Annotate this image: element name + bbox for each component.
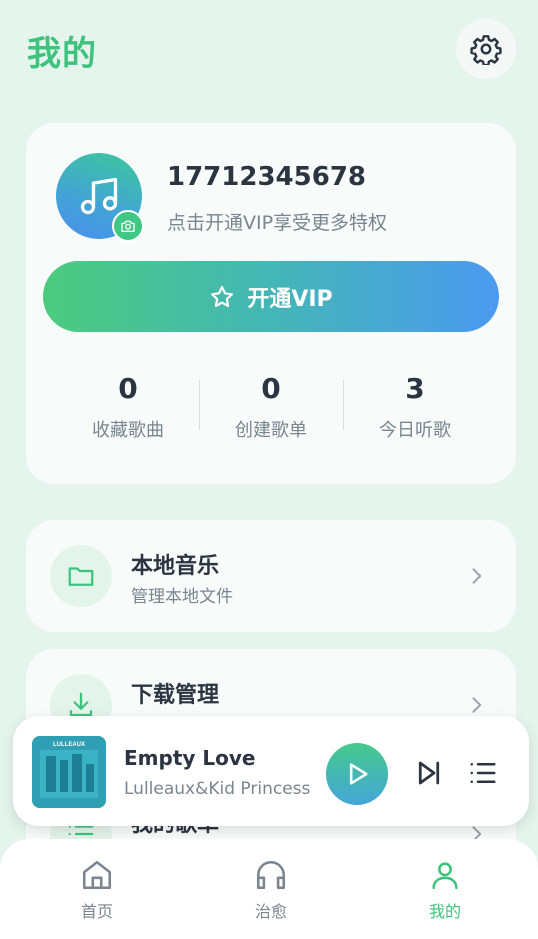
stat-value: 0 <box>118 372 138 405</box>
vip-hint[interactable]: 点击开通VIP享受更多特权 <box>167 208 387 235</box>
headphones-icon <box>256 860 286 890</box>
stat-label: 今日听歌 <box>379 420 451 441</box>
chevron-right-icon <box>472 568 482 584</box>
home-icon <box>82 860 112 890</box>
music-note-icon <box>80 177 118 215</box>
gear-icon <box>470 35 502 65</box>
menu-item-title: 本地音乐 <box>131 554 220 579</box>
stat-label: 收藏歌曲 <box>92 420 164 441</box>
album-art-graphic: LULLEAUX <box>32 736 106 808</box>
album-art[interactable]: LULLEAUX <box>32 736 106 808</box>
page-title: 我的 <box>27 34 97 74</box>
user-phone: 17712345678 <box>167 162 366 192</box>
stat-favorite-songs[interactable]: 0 收藏歌曲 <box>53 372 203 442</box>
tab-home[interactable]: 首页 <box>52 858 142 922</box>
camera-icon <box>121 220 135 232</box>
chevron-right-icon <box>472 697 482 713</box>
menu-item-title: 下载管理 <box>131 683 220 708</box>
menu-item-subtitle: 管理本地文件 <box>131 587 233 607</box>
play-icon <box>349 763 368 785</box>
vip-button-label: 开通VIP <box>247 286 333 312</box>
camera-button[interactable] <box>112 210 144 242</box>
song-title: Empty Love <box>124 746 256 770</box>
tab-label: 我的 <box>428 902 461 921</box>
album-text: LULLEAUX <box>53 742 85 748</box>
tab-healing[interactable]: 治愈 <box>226 858 316 922</box>
stat-created-playlists[interactable]: 0 创建歌单 <box>196 372 346 442</box>
playlist-icon[interactable] <box>468 758 498 788</box>
song-artist: Lulleaux&Kid Princess <box>124 779 311 799</box>
user-icon <box>432 862 458 890</box>
stat-value: 0 <box>261 372 281 405</box>
stat-label: 创建歌单 <box>235 420 307 441</box>
folder-icon <box>68 567 94 586</box>
tab-label: 治愈 <box>254 902 287 921</box>
stat-today-listened[interactable]: 3 今日听歌 <box>340 372 490 442</box>
settings-button[interactable] <box>456 19 516 79</box>
tab-label: 首页 <box>80 902 113 921</box>
stat-value: 3 <box>405 372 425 405</box>
skip-next-icon[interactable] <box>414 758 444 788</box>
star-icon <box>211 285 234 307</box>
menu-icon-wrap <box>50 545 112 607</box>
tab-mine[interactable]: 我的 <box>400 858 490 922</box>
open-vip-button[interactable]: 开通VIP <box>43 261 499 332</box>
play-button[interactable] <box>326 743 388 805</box>
